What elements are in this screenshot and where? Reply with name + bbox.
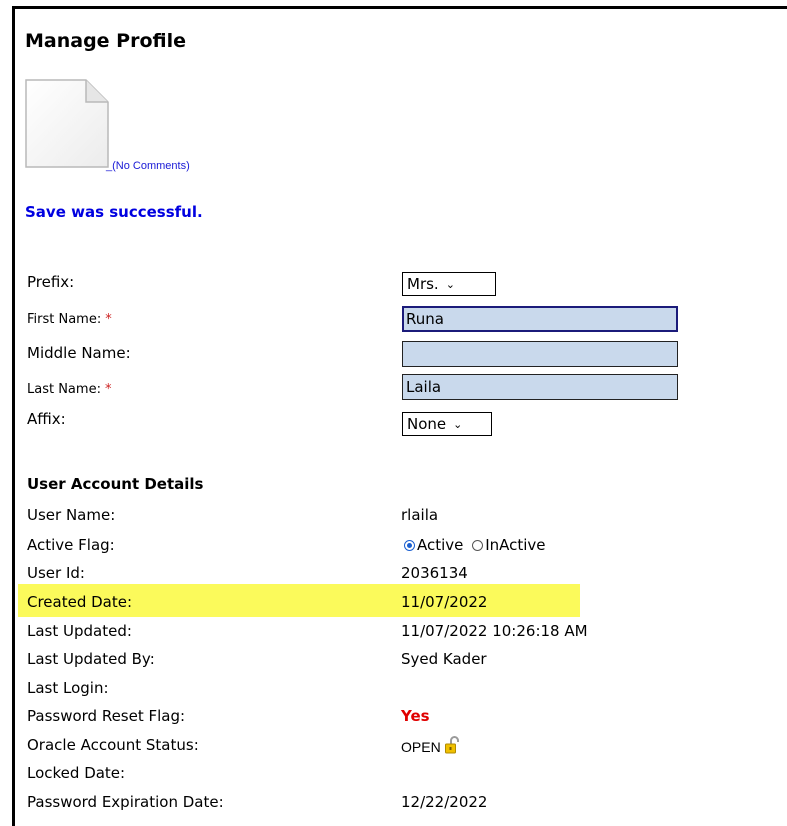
active-flag-label: Active Flag:: [27, 536, 115, 554]
first-name-label: First Name: *: [27, 312, 112, 327]
user-id-label: User Id:: [27, 564, 85, 582]
last-login-label: Last Login:: [27, 679, 109, 697]
prefix-select[interactable]: Mrs. ⌄: [402, 272, 496, 296]
middle-name-label: Middle Name:: [27, 344, 131, 362]
last-updated-by-label: Last Updated By:: [27, 650, 155, 668]
document-icon[interactable]: [24, 78, 110, 174]
password-reset-flag-label: Password Reset Flag:: [27, 707, 186, 725]
inactive-radio[interactable]: InActive: [472, 536, 546, 554]
prefix-select-value: Mrs.: [407, 275, 439, 293]
unlocked-padlock-icon: [444, 736, 459, 758]
password-expiration-date-label: Password Expiration Date:: [27, 793, 224, 811]
created-date-value: 11/07/2022: [401, 593, 488, 611]
no-comments-link[interactable]: _(No Comments): [106, 160, 190, 172]
last-name-label-text: Last Name:: [27, 382, 101, 397]
affix-label: Affix:: [27, 410, 66, 428]
last-updated-value: 11/07/2022 10:26:18 AM: [401, 622, 588, 640]
first-name-label-text: First Name:: [27, 312, 102, 327]
oracle-account-status-label: Oracle Account Status:: [27, 736, 199, 754]
user-name-label: User Name:: [27, 506, 116, 524]
active-radio-label: Active: [417, 536, 464, 554]
inactive-radio-label: InActive: [485, 536, 546, 554]
oracle-account-status: OPEN: [401, 736, 459, 758]
user-name-value: rlaila: [401, 506, 439, 524]
last-name-label: Last Name: *: [27, 382, 111, 397]
chevron-down-icon: ⌄: [453, 418, 463, 431]
active-flag-radio-group: Active InActive: [404, 536, 546, 554]
oracle-account-status-value: OPEN: [401, 739, 441, 755]
radio-unchecked-icon: [472, 540, 484, 551]
password-reset-flag-value: Yes: [401, 707, 430, 725]
last-name-input[interactable]: Laila: [402, 374, 678, 400]
required-marker: *: [105, 312, 112, 327]
locked-date-label: Locked Date:: [27, 764, 126, 782]
save-success-message: Save was successful.: [25, 203, 203, 221]
created-date-label: Created Date:: [27, 593, 133, 611]
password-expiration-date-value: 12/22/2022: [401, 793, 488, 811]
middle-name-input[interactable]: [402, 341, 678, 367]
content-frame: [12, 6, 787, 826]
prefix-label: Prefix:: [27, 273, 75, 291]
user-account-details-heading: User Account Details: [27, 475, 204, 493]
first-name-input[interactable]: Runa: [402, 306, 678, 332]
last-updated-by-value: Syed Kader: [401, 650, 487, 668]
affix-select[interactable]: None ⌄: [402, 412, 492, 436]
radio-checked-icon: [404, 540, 415, 551]
required-marker: *: [104, 382, 112, 397]
last-updated-label: Last Updated:: [27, 622, 132, 640]
affix-select-value: None: [407, 415, 447, 433]
user-id-value: 2036134: [401, 564, 468, 582]
active-radio[interactable]: Active: [404, 536, 463, 554]
page-title: Manage Profile: [25, 30, 187, 52]
chevron-down-icon: ⌄: [445, 278, 455, 291]
